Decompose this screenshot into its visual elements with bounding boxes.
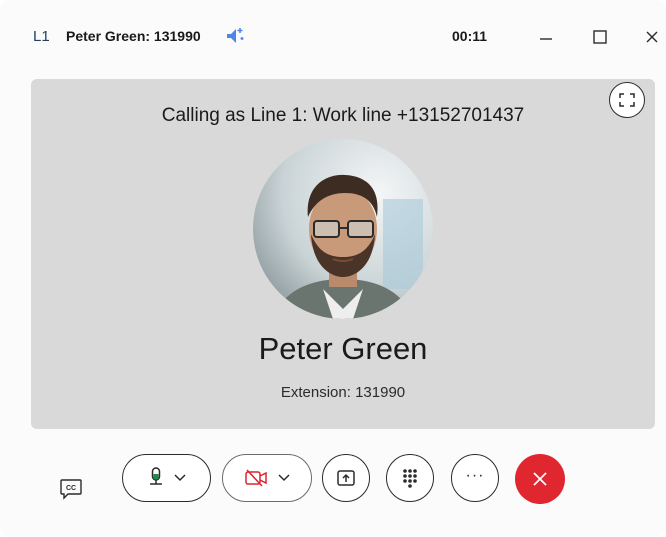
close-button[interactable] (634, 20, 666, 54)
microphone-button[interactable] (122, 454, 211, 502)
call-window: L1 Peter Green: 131990 00:11 Calling as … (0, 0, 666, 537)
line-indicator: L1 (33, 28, 50, 45)
avatar (253, 139, 433, 319)
closed-captions-button[interactable]: CC (56, 475, 86, 503)
call-timer: 00:11 (452, 28, 488, 44)
keypad-button[interactable] (386, 454, 434, 502)
contact-name: Peter Green (258, 331, 428, 366)
noise-removal-icon[interactable] (224, 25, 246, 47)
maximize-icon (593, 30, 607, 44)
more-button[interactable]: ··· (451, 454, 499, 502)
minimize-icon (540, 38, 552, 40)
chevron-down-icon (278, 474, 290, 482)
calling-as-text: Calling as Line 1: Work line +1315270143… (161, 105, 525, 126)
call-title: Peter Green: 131990 (66, 28, 201, 44)
share-screen-button[interactable] (322, 454, 370, 502)
microphone-icon (149, 467, 162, 485)
video-off-icon (245, 469, 267, 487)
svg-text:CC: CC (66, 485, 76, 492)
end-call-icon (533, 472, 547, 486)
title-bar: L1 Peter Green: 131990 00:11 (0, 0, 666, 76)
minimize-button[interactable] (528, 20, 564, 54)
closed-captions-icon: CC (60, 479, 82, 500)
chevron-down-icon (173, 474, 186, 482)
maximize-button[interactable] (582, 20, 618, 54)
video-button[interactable] (222, 454, 312, 502)
share-screen-icon (337, 470, 355, 486)
contact-extension: Extension: 131990 (280, 384, 406, 401)
close-icon (646, 31, 658, 43)
call-controls: CC ··· (0, 450, 666, 537)
keypad-icon (403, 469, 417, 488)
call-stage: Calling as Line 1: Work line +1315270143… (31, 79, 655, 429)
more-icon: ··· (465, 467, 485, 484)
end-call-button[interactable] (515, 454, 565, 504)
